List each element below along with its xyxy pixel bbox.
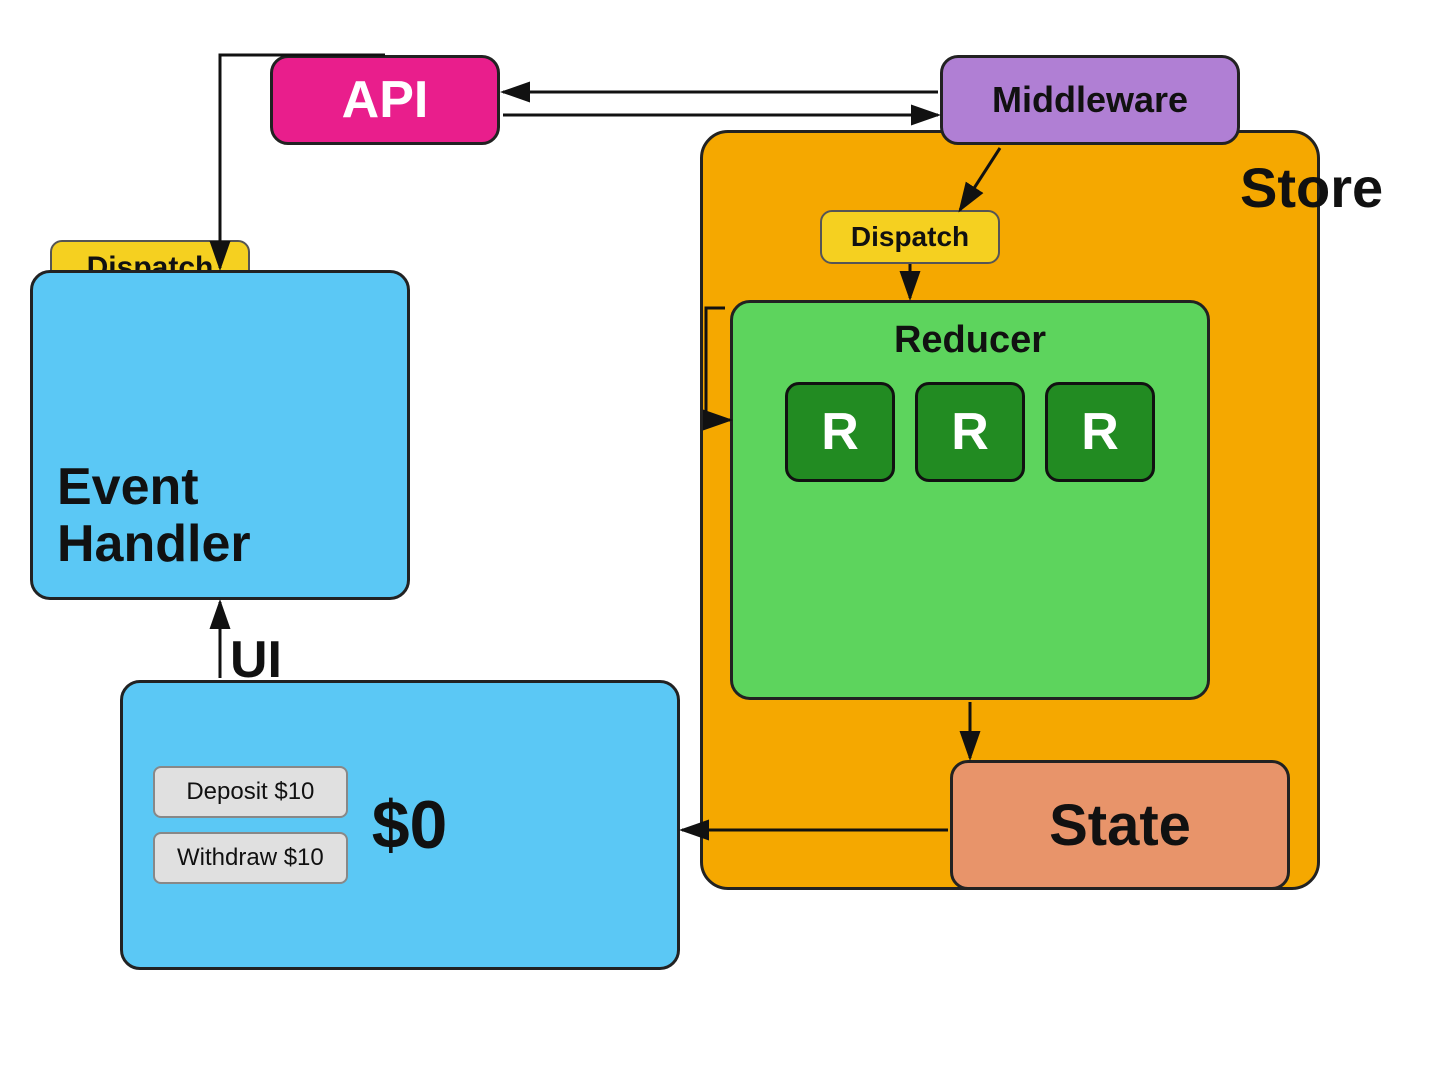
deposit-button[interactable]: Deposit $10 [153,766,348,818]
api-label: API [342,70,429,130]
event-handler-label: Event Handler [57,459,383,573]
r-box-1: R [785,382,895,482]
r-box-2: R [915,382,1025,482]
withdraw-button[interactable]: Withdraw $10 [153,832,348,884]
dispatch-store-label: Dispatch [851,221,969,253]
state-label: State [1049,792,1191,859]
state-box: State [950,760,1290,890]
ui-buttons: Deposit $10 Withdraw $10 [153,766,348,884]
reducer-box: Reducer R R R [730,300,1210,700]
r-boxes: R R R [780,382,1160,482]
ui-box: Deposit $10 Withdraw $10 $0 [120,680,680,970]
middleware-label: Middleware [992,79,1188,121]
dispatch-store-badge: Dispatch [820,210,1000,264]
store-label: Store [1240,155,1383,220]
ui-balance: $0 [372,786,448,864]
r-box-3: R [1045,382,1155,482]
reducer-label: Reducer [894,319,1046,362]
event-handler-box: Event Handler [30,270,410,600]
middleware-box: Middleware [940,55,1240,145]
diagram: Store Middleware API Dispatch Reducer R … [0,0,1440,1080]
api-box: API [270,55,500,145]
